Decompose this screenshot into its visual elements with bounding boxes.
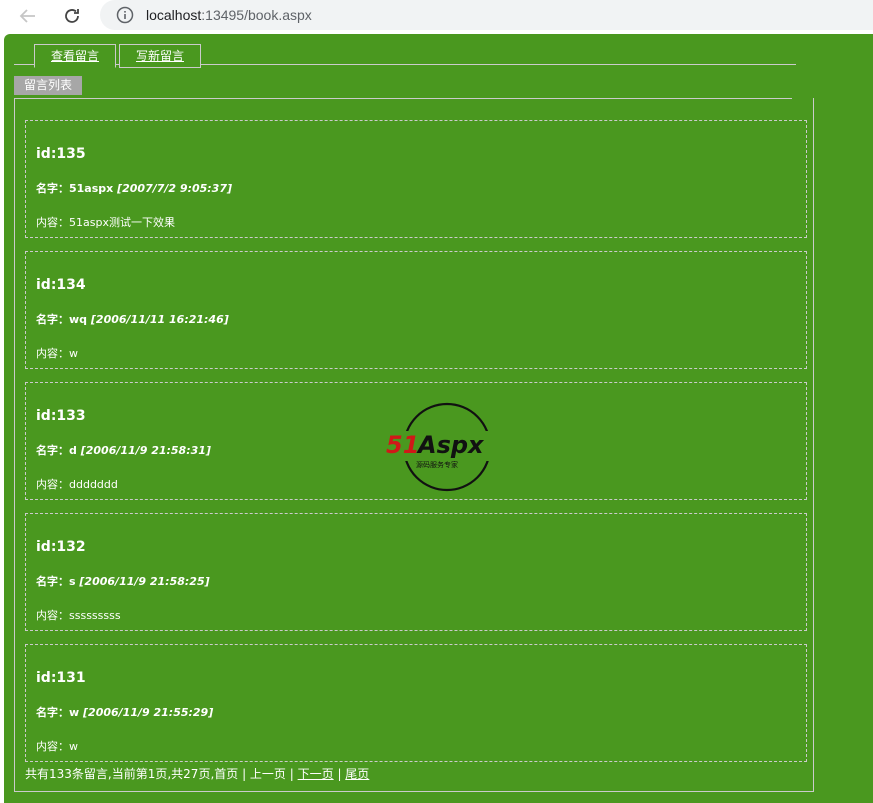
name-label: 名字：	[36, 313, 69, 326]
svg-text:51: 51	[386, 431, 419, 459]
message-content: 内容：ddddddd	[36, 476, 118, 492]
message-time: [2006/11/9 21:55:29]	[83, 706, 214, 719]
message-author: 名字：s [2006/11/9 21:58:25]	[36, 573, 210, 589]
back-button[interactable]	[16, 4, 40, 28]
message-id: id:131	[36, 670, 86, 686]
content-label: 内容：	[36, 740, 69, 753]
message-author: 名字：w [2006/11/9 21:55:29]	[36, 704, 213, 720]
message-time: [2007/7/2 9:05:37]	[117, 182, 233, 195]
tab-write-message[interactable]: 写新留言	[119, 44, 201, 68]
message-entry: id:131 名字：w [2006/11/9 21:55:29] 内容：w	[25, 644, 807, 762]
last-page-link[interactable]: 尾页	[345, 767, 369, 781]
content-text: ddddddd	[69, 478, 118, 491]
message-entry: id:135 名字：51aspx [2007/7/2 9:05:37] 内容：5…	[25, 120, 807, 238]
content-label: 内容：	[36, 609, 69, 622]
message-time: [2006/11/9 21:58:31]	[80, 444, 211, 457]
url-host: localhost	[146, 7, 202, 23]
message-id: id:134	[36, 277, 86, 293]
content-text: sssssssss	[69, 609, 121, 622]
message-content: 内容：w	[36, 345, 78, 361]
message-id: id:135	[36, 146, 86, 162]
svg-text:Aspx: Aspx	[416, 431, 485, 459]
logo-watermark: 51 Aspx 源码服务专家	[384, 402, 514, 492]
message-id: id:132	[36, 539, 86, 555]
author-name: s	[69, 575, 76, 588]
svg-text:源码服务专家: 源码服务专家	[416, 460, 458, 469]
pagination: 共有133条留言,当前第1页,共27页,首页 | 上一页 | 下一页 | 尾页	[25, 765, 369, 782]
reload-button[interactable]	[60, 4, 84, 28]
page-content: 查看留言 写新留言 留言列表 id:135 名字：51aspx [2007/7/…	[4, 34, 873, 803]
message-author: 名字：d [2006/11/9 21:58:31]	[36, 442, 211, 458]
next-page-link[interactable]: 下一页	[298, 767, 334, 781]
url-path: :13495/book.aspx	[201, 7, 312, 23]
content-label: 内容：	[36, 478, 69, 491]
address-bar[interactable]: localhost:13495/book.aspx	[100, 0, 873, 30]
browser-toolbar: localhost:13495/book.aspx	[0, 0, 873, 32]
message-entry: id:132 名字：s [2006/11/9 21:58:25] 内容：ssss…	[25, 513, 807, 631]
message-content: 内容：sssssssss	[36, 607, 121, 623]
name-label: 名字：	[36, 182, 69, 195]
pagination-separator: |	[333, 767, 346, 781]
name-label: 名字：	[36, 444, 69, 457]
pagination-summary: 共有133条留言,当前第1页,共27页,首页 | 上一页 |	[25, 767, 298, 781]
author-name: wq	[69, 313, 88, 326]
message-author: 名字：wq [2006/11/11 16:21:46]	[36, 311, 229, 327]
message-content: 内容：w	[36, 738, 78, 754]
url-text: localhost:13495/book.aspx	[146, 7, 312, 23]
author-name: 51aspx	[69, 182, 114, 195]
message-time: [2006/11/11 16:21:46]	[90, 313, 229, 326]
content-text: w	[69, 347, 78, 360]
message-entry: id:134 名字：wq [2006/11/11 16:21:46] 内容：w	[25, 251, 807, 369]
message-time: [2006/11/9 21:58:25]	[79, 575, 210, 588]
message-content: 内容：51aspx测试一下效果	[36, 214, 175, 230]
message-author: 名字：51aspx [2007/7/2 9:05:37]	[36, 180, 232, 196]
name-label: 名字：	[36, 706, 69, 719]
reload-icon	[65, 9, 79, 23]
message-id: id:133	[36, 408, 86, 424]
list-title: 留言列表	[14, 76, 82, 95]
name-label: 名字：	[36, 575, 69, 588]
author-name: d	[69, 444, 77, 457]
content-text: w	[69, 740, 78, 753]
info-icon[interactable]	[116, 6, 134, 24]
arrow-left-icon	[19, 9, 35, 23]
content-label: 内容：	[36, 347, 69, 360]
tab-view-messages[interactable]: 查看留言	[34, 44, 116, 68]
content-text: 51aspx测试一下效果	[69, 216, 175, 229]
author-name: w	[69, 706, 80, 719]
content-label: 内容：	[36, 216, 69, 229]
